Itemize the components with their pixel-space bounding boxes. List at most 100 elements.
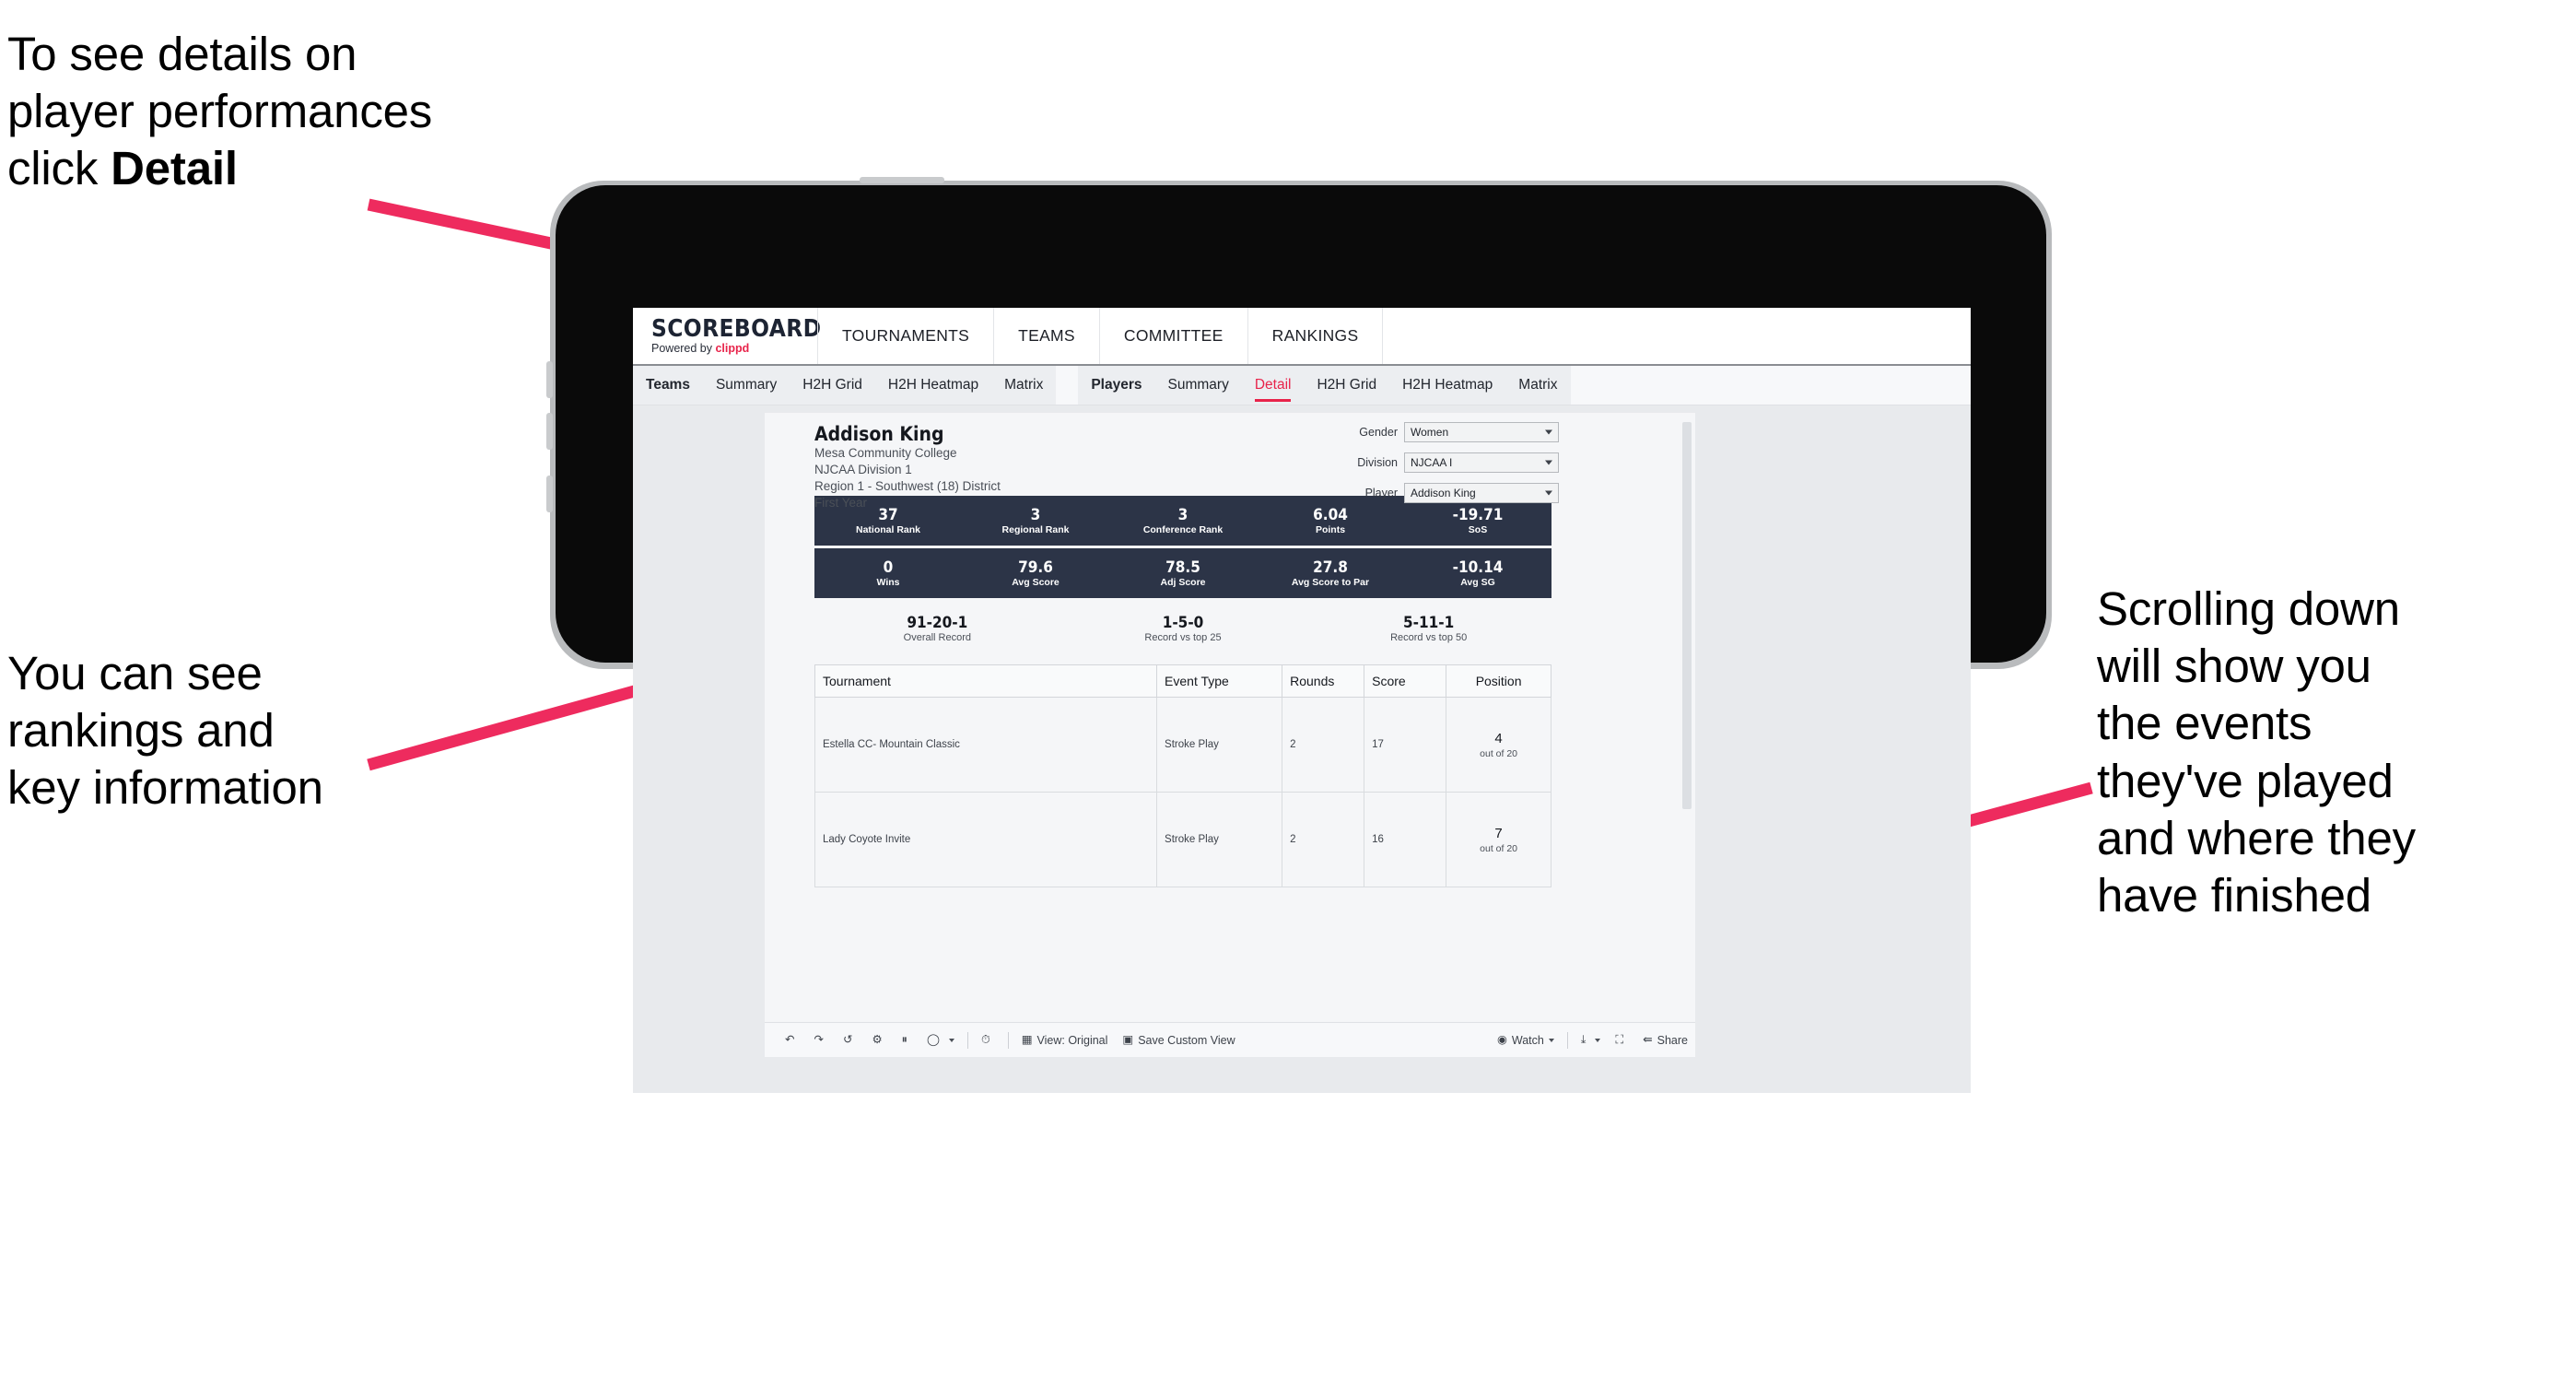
record-vs-top-25: 1-5-0 Record vs top 25 xyxy=(1060,614,1306,645)
selector-row-player: Player Addison King xyxy=(1310,483,1559,503)
tab-teams-h2h-heatmap[interactable]: H2H Heatmap xyxy=(875,366,991,405)
player-header: Addison King Mesa Community College NJCA… xyxy=(814,422,1559,510)
gender-select[interactable]: Women xyxy=(1404,422,1559,442)
tab-players-detail[interactable]: Detail xyxy=(1242,366,1305,405)
gender-value: Women xyxy=(1411,426,1449,439)
brand-subtitle: Powered by clippd xyxy=(651,343,817,355)
powered-by-label: Powered by xyxy=(651,342,716,356)
stats-band-scoring: 0 Wins 79.6 Avg Score 78.5 Adj Score 27.… xyxy=(814,548,1551,598)
viz-scrollbar[interactable] xyxy=(1682,422,1692,809)
tab-players-h2h-grid[interactable]: H2H Grid xyxy=(1304,366,1389,405)
column-rounds[interactable]: Rounds xyxy=(1282,664,1365,698)
tab-players-matrix[interactable]: Matrix xyxy=(1505,366,1570,405)
tablet-volume-up-button[interactable] xyxy=(546,361,553,398)
cell-tournament: Lady Coyote Invite xyxy=(814,792,1158,887)
fullscreen-button[interactable]: ⛶ xyxy=(1608,1023,1635,1057)
visualization-area: Addison King Mesa Community College NJCA… xyxy=(633,405,1971,1057)
chevron-down-icon xyxy=(1545,460,1552,465)
watch-label: Watch xyxy=(1511,1033,1544,1047)
chevron-down-icon xyxy=(948,1038,954,1042)
revert-button[interactable]: ↺ xyxy=(836,1023,864,1057)
stat-value: -10.14 xyxy=(1452,558,1504,577)
chevron-down-icon xyxy=(1545,429,1552,435)
tab-teams[interactable]: Teams xyxy=(633,366,703,405)
viz-toolbar: ↶ ↷ ↺ ⚙ ⏸ ◯ ⏱ ▦ View: Original ▣ Save Cust… xyxy=(765,1022,1695,1057)
revert-icon: ↺ xyxy=(842,1033,853,1047)
save-custom-view-button[interactable]: ▣ Save Custom View xyxy=(1115,1023,1242,1057)
record-value: 1-5-0 xyxy=(1162,613,1204,632)
tablet-volume-down-button[interactable] xyxy=(546,413,553,450)
undo-icon: ↶ xyxy=(785,1033,795,1047)
highlight-button[interactable]: ◯ xyxy=(919,1023,962,1057)
pause-icon: ⏸ xyxy=(901,1033,907,1047)
stat-value: 0 xyxy=(883,558,894,577)
tab-teams-matrix[interactable]: Matrix xyxy=(991,366,1056,405)
chevron-down-icon xyxy=(1548,1038,1554,1042)
tab-group-players: Players Summary Detail H2H Grid H2H Heat… xyxy=(1078,366,1571,405)
refresh-button[interactable]: ⚙ xyxy=(864,1023,894,1057)
cell-tournament: Estella CC- Mountain Classic xyxy=(814,697,1158,793)
cell-rounds: 2 xyxy=(1282,697,1365,793)
view-original-button[interactable]: ▦ View: Original xyxy=(1014,1023,1116,1057)
cell-rounds: 2 xyxy=(1282,792,1365,887)
division-select[interactable]: NJCAA I xyxy=(1404,452,1559,473)
player-select[interactable]: Addison King xyxy=(1404,483,1559,503)
brand-logo[interactable]: SCOREBOARD Powered by clippd xyxy=(633,317,821,355)
redo-button[interactable]: ↷ xyxy=(806,1023,835,1057)
top-nav-links: TOURNAMENTS TEAMS COMMITTEE RANKINGS xyxy=(817,308,1384,364)
stat-adj-score: 78.5 Adj Score xyxy=(1109,558,1257,589)
record-vs-top-50: 5-11-1 Record vs top 50 xyxy=(1306,614,1551,645)
column-event-type[interactable]: Event Type xyxy=(1156,664,1283,698)
column-tournament[interactable]: Tournament xyxy=(814,664,1158,698)
chevron-down-icon xyxy=(1595,1038,1601,1042)
tab-teams-summary[interactable]: Summary xyxy=(703,366,790,405)
tournament-table: Tournament Event Type Rounds Score Posit… xyxy=(814,664,1551,887)
record-label: Record vs top 25 xyxy=(1144,632,1222,644)
tab-teams-h2h-grid[interactable]: H2H Grid xyxy=(790,366,875,405)
column-score[interactable]: Score xyxy=(1364,664,1447,698)
share-label: Share xyxy=(1657,1033,1688,1047)
viz-content: Addison King Mesa Community College NJCA… xyxy=(814,422,1559,887)
record-label: Overall Record xyxy=(903,632,972,644)
highlight-icon: ◯ xyxy=(926,1033,940,1047)
eye-icon: ◉ xyxy=(1496,1033,1507,1047)
stat-label: Adj Score xyxy=(1160,576,1206,588)
position-number: 7 xyxy=(1494,826,1503,842)
stat-wins: 0 Wins xyxy=(814,558,962,589)
stat-value: 79.6 xyxy=(1018,558,1053,577)
pause-button[interactable]: ⏸ xyxy=(895,1023,919,1057)
tab-players-summary[interactable]: Summary xyxy=(1155,366,1242,405)
record-label: Record vs top 50 xyxy=(1390,632,1468,644)
cell-score: 17 xyxy=(1364,697,1447,793)
tablet-side-button[interactable] xyxy=(546,476,553,512)
watch-button[interactable]: ◉ Watch xyxy=(1490,1023,1562,1057)
clock-button[interactable]: ⏱ xyxy=(974,1023,1002,1057)
column-position[interactable]: Position xyxy=(1446,664,1551,698)
nav-item-teams[interactable]: TEAMS xyxy=(994,308,1100,364)
share-button[interactable]: ⇚ Share xyxy=(1635,1023,1695,1057)
selector-row-division: Division NJCAA I xyxy=(1310,452,1559,473)
tab-players[interactable]: Players xyxy=(1078,366,1154,405)
stat-avg-sg: -10.14 Avg SG xyxy=(1404,558,1551,589)
table-row[interactable]: Lady Coyote Invite Stroke Play 2 16 7 ou… xyxy=(814,792,1551,887)
record-value: 5-11-1 xyxy=(1403,613,1455,632)
stat-label: Conference Rank xyxy=(1142,523,1224,535)
nav-item-rankings[interactable]: RANKINGS xyxy=(1248,308,1384,364)
stat-label: National Rank xyxy=(855,523,920,535)
view-label: View: Original xyxy=(1036,1033,1108,1047)
position-out-of: out of 20 xyxy=(1480,842,1518,854)
table-row[interactable]: Estella CC- Mountain Classic Stroke Play… xyxy=(814,697,1551,793)
records-row: 91-20-1 Overall Record 1-5-0 Record vs t… xyxy=(814,604,1551,655)
tablet-power-button[interactable] xyxy=(860,177,944,183)
download-button[interactable]: ⤓ xyxy=(1574,1023,1609,1057)
toolbar-divider xyxy=(966,1031,968,1049)
cell-event-type: Stroke Play xyxy=(1156,697,1283,793)
undo-button[interactable]: ↶ xyxy=(778,1023,806,1057)
download-icon: ⤓ xyxy=(1580,1033,1587,1047)
annotation-scrolling-info: Scrolling down will show you the events … xyxy=(2097,582,2416,922)
stat-label: Points xyxy=(1315,523,1346,535)
tab-players-h2h-heatmap[interactable]: H2H Heatmap xyxy=(1389,366,1505,405)
nav-item-committee[interactable]: COMMITTEE xyxy=(1100,308,1248,364)
table-header-row: Tournament Event Type Rounds Score Posit… xyxy=(814,664,1551,698)
nav-item-tournaments[interactable]: TOURNAMENTS xyxy=(817,308,995,364)
